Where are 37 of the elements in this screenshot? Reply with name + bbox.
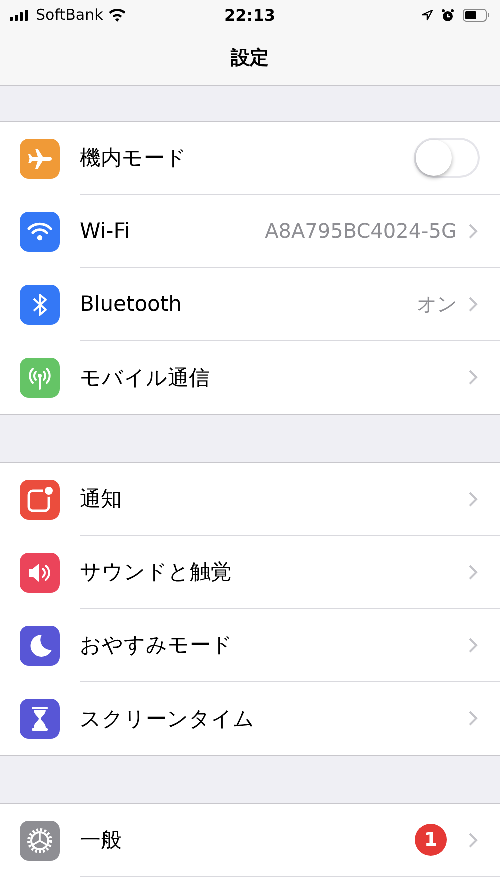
row-label: 一般 [80,827,123,854]
row-label: モバイル通信 [80,364,211,392]
row-label: スクリーンタイム [80,706,256,732]
notification-badge: 1 [415,824,447,856]
settings-row[interactable]: 機内モード [0,122,500,195]
chevron-icon [469,370,478,385]
row-value: A8A795BC4024-5G [265,219,457,243]
chevron-icon [469,296,478,312]
chevron-icon [469,711,478,726]
nav-title: 設定 [231,46,269,70]
row-value: オン [417,290,457,318]
location-arrow-icon [422,10,433,20]
chevron-icon [469,224,478,238]
row-label: 通知 [80,486,123,513]
settings-row[interactable]: モバイル通信 [0,341,500,414]
chevron-icon [469,492,478,506]
wifi-icon [109,8,126,22]
settings-row[interactable]: サウンドと触覚 [0,536,500,609]
settings-row[interactable]: 通知 [0,463,500,536]
carrier-name: SoftBank [36,6,104,24]
signal-icon [10,10,30,20]
status-time: 22:13 [224,6,276,24]
settings-row[interactable]: スクリーンタイム [0,682,500,755]
battery-icon [463,8,490,22]
row-label: Wi-Fi [80,219,132,243]
row-label: サウンドと触覚 [80,559,233,586]
chevron-icon [469,564,478,580]
row-label: Bluetooth [80,292,183,316]
settings-row[interactable]: Bluetooth オン [0,268,500,341]
toggle-switch[interactable] [414,138,480,178]
settings-row[interactable]: Wi-Fi A8A795BC4024-5G [0,195,500,268]
chevron-icon [469,638,478,652]
chevron-icon [469,832,478,848]
row-label: 機内モード [80,145,188,172]
alarm-clock-icon [442,8,454,22]
row-label: おやすみモード [80,632,234,659]
settings-row[interactable]: おやすみモード [0,609,500,682]
